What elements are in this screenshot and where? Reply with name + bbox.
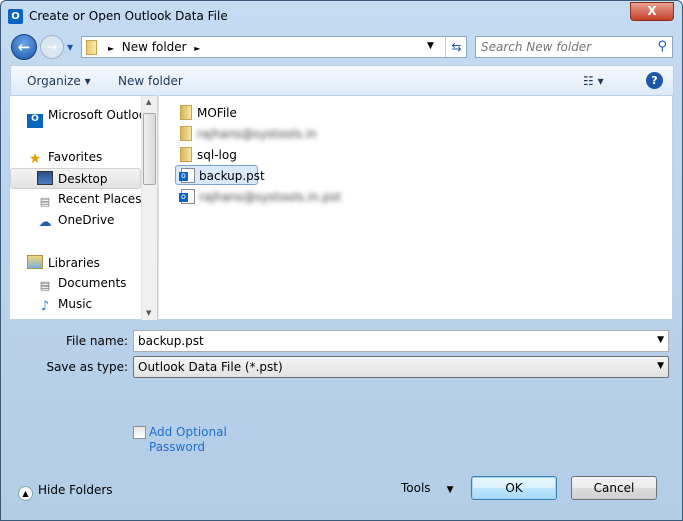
hide-folders-button[interactable]: ▲ Hide Folders — [18, 483, 113, 501]
back-button[interactable]: ← — [11, 34, 37, 60]
forward-button[interactable]: → — [40, 35, 64, 59]
save-as-type-value: Outlook Data File (*.pst) — [138, 360, 283, 374]
optional-password-checkbox[interactable] — [133, 426, 146, 439]
libraries-icon — [27, 255, 43, 269]
organize-button[interactable]: Organize ▾ — [27, 74, 91, 88]
outlook-icon: O — [8, 9, 23, 24]
search-input[interactable] — [481, 40, 651, 54]
file-item[interactable]: sql-log — [180, 147, 237, 162]
file-name-label: File name: — [66, 334, 128, 348]
chevron-down-icon[interactable]: ▼ — [657, 335, 664, 345]
chevron-right-icon[interactable]: ► — [194, 44, 200, 53]
chevron-up-icon: ▲ — [18, 486, 33, 501]
file-item[interactable]: MOFile — [180, 105, 237, 120]
file-name: rajhans@systools.in.pst — [199, 190, 342, 204]
pst-file-icon — [179, 168, 195, 183]
chevron-down-icon[interactable]: ▼ — [657, 361, 664, 371]
scroll-up-icon[interactable]: ▲ — [146, 98, 151, 106]
breadcrumb[interactable]: ► New folder ► — [108, 40, 200, 54]
onedrive-icon: ☁ — [38, 215, 52, 230]
scroll-down-icon[interactable]: ▼ — [146, 309, 151, 317]
sidebar-item-libraries[interactable]: Libraries — [27, 255, 100, 270]
recent-places-icon: ▤ — [39, 195, 51, 208]
folder-icon — [86, 40, 97, 55]
address-dropdown-icon[interactable]: ▼ — [427, 41, 434, 51]
recent-pages-dropdown[interactable]: ▼ — [67, 43, 73, 52]
tools-label: Tools — [401, 481, 431, 495]
save-as-type-label: Save as type: — [46, 360, 128, 374]
file-item[interactable]: backup.pst — [179, 168, 265, 183]
sidebar-scrollbar[interactable]: ▲ ▼ — [141, 96, 157, 320]
refresh-button[interactable]: ⇆ — [445, 37, 467, 57]
chevron-down-icon: ▼ — [446, 485, 454, 495]
documents-icon: ▤ — [39, 279, 51, 292]
file-name-value[interactable]: backup.pst — [138, 334, 204, 348]
music-icon: ♪ — [40, 299, 50, 314]
folder-icon — [180, 147, 192, 162]
sidebar-item-microsoft-outlook[interactable]: O Microsoft Outloo — [27, 108, 146, 128]
change-view-button[interactable]: ☷ ▾ — [583, 74, 604, 88]
sidebar-item-label: OneDrive — [58, 213, 115, 227]
sidebar-item-label: Recent Places — [58, 192, 142, 206]
address-bar[interactable]: ► New folder ► ▼ ⇆ — [81, 36, 467, 58]
file-item[interactable]: rajhans@systools.in.pst — [179, 189, 342, 204]
file-list: MOFile rajhans@systools.in sql-log backu… — [158, 95, 673, 320]
sidebar-item-label: Favorites — [48, 150, 103, 164]
search-box[interactable]: ⚲ — [475, 36, 673, 58]
cancel-button[interactable]: Cancel — [571, 476, 657, 500]
folder-icon — [180, 126, 192, 141]
file-name: backup.pst — [199, 169, 265, 183]
label-line: Add Optional — [149, 425, 227, 439]
sidebar-item-favorites[interactable]: ★ Favorites — [27, 150, 103, 167]
close-button[interactable]: X — [630, 2, 674, 21]
sidebar-item-music[interactable]: ♪ Music — [37, 297, 93, 314]
sidebar-item-label: Documents — [58, 276, 127, 290]
chevron-right-icon: ► — [108, 44, 115, 53]
label-line: Password — [149, 440, 206, 454]
sidebar-item-label: Music — [58, 297, 93, 311]
sidebar-item-documents[interactable]: ▤ Documents — [37, 276, 127, 293]
star-icon: ★ — [28, 151, 42, 167]
file-name: rajhans@systools.in — [197, 127, 317, 141]
save-as-type-select[interactable]: Outlook Data File (*.pst) ▼ — [133, 356, 669, 378]
search-icon[interactable]: ⚲ — [657, 39, 667, 54]
breadcrumb-new-folder[interactable]: New folder — [122, 40, 187, 54]
desktop-icon — [37, 171, 53, 185]
sidebar-item-label: Microsoft Outloo — [48, 108, 147, 122]
file-name-field[interactable]: backup.pst ▼ — [133, 330, 669, 352]
outlook-icon: O — [27, 114, 43, 128]
ok-button[interactable]: OK — [471, 476, 557, 500]
window-title: Create or Open Outlook Data File — [29, 9, 228, 23]
file-name: sql-log — [197, 148, 237, 162]
new-folder-button[interactable]: New folder — [118, 74, 183, 88]
file-name: MOFile — [197, 106, 237, 120]
sidebar-item-recent-places[interactable]: ▤ Recent Places — [37, 192, 142, 209]
folder-icon — [180, 105, 192, 120]
sidebar-item-label: Desktop — [58, 172, 108, 186]
optional-password-label[interactable]: Add Optional Password — [149, 425, 227, 455]
sidebar-item-onedrive[interactable]: ☁ OneDrive — [37, 213, 115, 230]
file-item[interactable]: rajhans@systools.in — [180, 126, 317, 141]
scrollbar-thumb[interactable] — [143, 113, 156, 185]
sidebar-item-desktop[interactable]: Desktop — [37, 171, 108, 186]
sidebar-item-label: Libraries — [48, 256, 100, 270]
tools-button[interactable]: Tools ▼ — [401, 481, 453, 495]
help-icon[interactable]: ? — [646, 72, 663, 89]
pst-file-icon — [179, 189, 195, 204]
hide-folders-label: Hide Folders — [38, 483, 113, 497]
command-bar: Organize ▾ New folder ☷ ▾ ? — [10, 65, 674, 96]
